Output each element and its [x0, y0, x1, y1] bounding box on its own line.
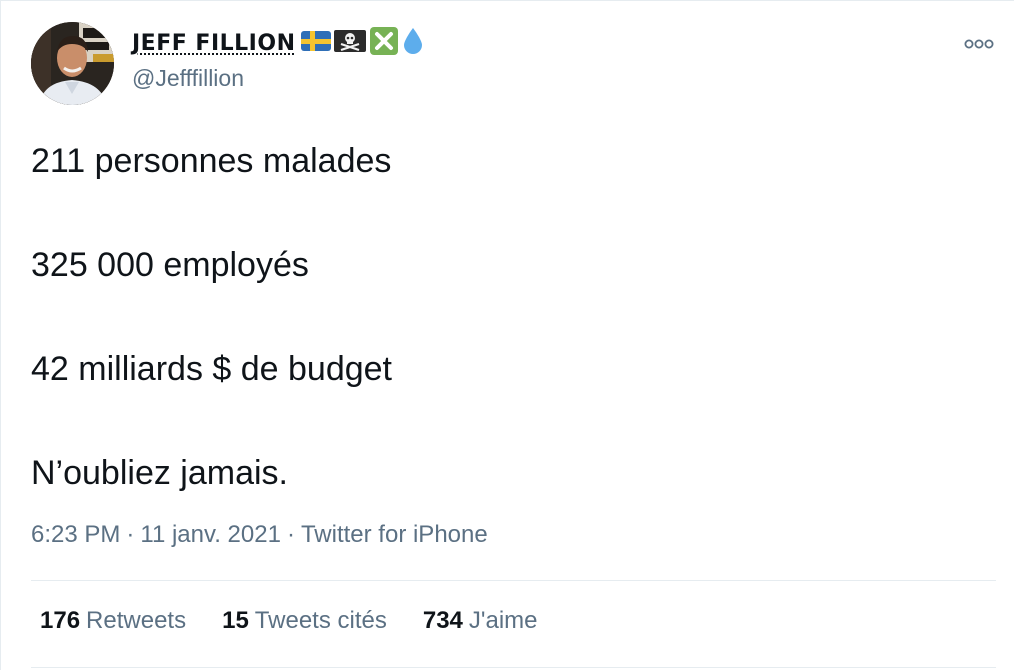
- retweets-stat[interactable]: 176 Retweets: [40, 607, 186, 635]
- meta-separator: ·: [286, 521, 295, 548]
- tweet-stats: 176 Retweets 15 Tweets cités 734 J'aime: [40, 607, 574, 635]
- retweets-label: Retweets: [86, 607, 187, 634]
- tweet-line: 211 personnes malades: [31, 142, 392, 180]
- cross-mark-icon: [369, 26, 399, 60]
- tweet-line: 42 milliards $ de budget: [31, 350, 393, 388]
- tweet-card: JEFF FILLION @Jefffillion 211 personnes …: [0, 0, 1014, 670]
- tweet-line: 325 000 employés: [31, 246, 309, 284]
- tweet-date[interactable]: 11 janv. 2021: [140, 521, 281, 548]
- meta-separator: ·: [126, 521, 135, 548]
- quote-tweets-count: 15: [222, 607, 249, 634]
- quote-tweets-label: Tweets cités: [254, 607, 387, 634]
- avatar[interactable]: [31, 22, 114, 105]
- likes-stat[interactable]: 734 J'aime: [423, 607, 538, 635]
- tweet-source[interactable]: Twitter for iPhone: [301, 521, 488, 548]
- tweet-text: 211 personnes malades 325 000 employés 4…: [31, 135, 392, 499]
- more-options-button[interactable]: [963, 35, 995, 53]
- tweet-time[interactable]: 6:23 PM: [31, 521, 120, 548]
- author-emoji-set: [301, 26, 427, 60]
- quote-tweets-stat[interactable]: 15 Tweets cités: [222, 607, 387, 635]
- author-display-name[interactable]: JEFF FILLION: [132, 31, 295, 56]
- author-handle[interactable]: @Jefffillion: [132, 65, 244, 92]
- author-name-row[interactable]: JEFF FILLION: [132, 23, 427, 63]
- swedish-flag-icon: [301, 30, 332, 57]
- pirate-flag-icon: [334, 29, 367, 58]
- more-dots-icon: [964, 39, 994, 49]
- divider: [31, 580, 996, 581]
- likes-count: 734: [422, 607, 463, 634]
- droplet-icon: [402, 27, 424, 60]
- tweet-line: N’oubliez jamais.: [31, 454, 288, 492]
- likes-label: J'aime: [468, 607, 538, 634]
- retweets-count: 176: [40, 607, 81, 634]
- divider: [31, 667, 996, 668]
- tweet-metadata: 6:23 PM · 11 janv. 2021 · Twitter for iPhone: [31, 521, 488, 549]
